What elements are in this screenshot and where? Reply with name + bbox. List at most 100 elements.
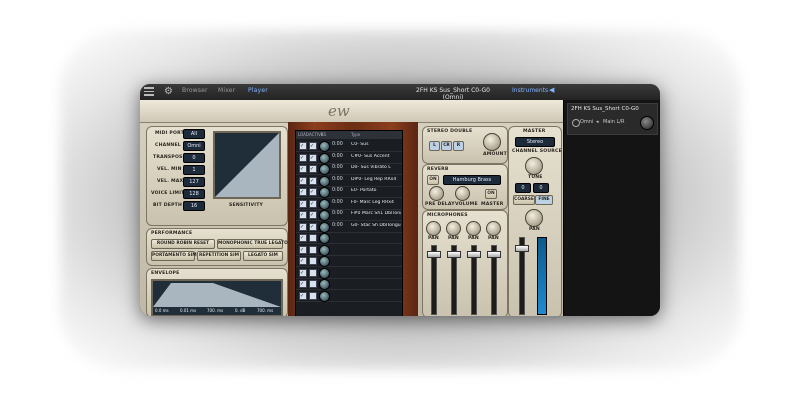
active-checkbox[interactable] [309, 268, 317, 277]
articulation-row[interactable]: ✓ ✓ 0:00 D0- Sus Vibrato L [296, 163, 402, 175]
articulation-row[interactable]: ✓ ✓ 0:00 C0- Sus [296, 140, 402, 152]
active-checkbox[interactable] [309, 280, 317, 288]
load-checkbox[interactable]: ✓ [299, 142, 307, 150]
mic1-fader[interactable] [427, 251, 441, 258]
load-checkbox[interactable]: ✓ [299, 291, 307, 300]
active-checkbox[interactable]: ✓ [309, 142, 317, 150]
mic4-pan-knob[interactable] [486, 221, 501, 236]
active-checkbox[interactable] [309, 291, 317, 300]
rack-volume-knob[interactable] [640, 116, 654, 130]
fine-button[interactable]: FINE [535, 195, 553, 205]
master-pan-knob[interactable] [525, 209, 543, 227]
articulation-row[interactable]: ✓ ✓ 0:00 E0- Portato [296, 186, 402, 198]
repetition-sim-button[interactable]: REPETITION SIM [197, 251, 241, 261]
bit-depth-field[interactable]: 16 [183, 201, 205, 211]
active-checkbox[interactable]: ✓ [309, 199, 317, 208]
master-reverb-on-button[interactable]: ON [485, 189, 497, 199]
active-checkbox[interactable]: ✓ [309, 211, 317, 219]
monophonic-true-legato-button[interactable]: MONOPHONIC TRUE LEGATO [217, 239, 288, 249]
active-checkbox[interactable] [309, 257, 317, 265]
stereo-center-button[interactable]: CR [441, 141, 452, 151]
instruments-button[interactable]: Instruments [512, 87, 548, 94]
mic2-fader[interactable] [447, 251, 461, 258]
coarse-button[interactable]: COARSE [513, 195, 535, 205]
keyswitch-knob[interactable] [319, 256, 330, 267]
voice-limit-field[interactable]: 128 [183, 189, 205, 199]
articulation-row[interactable]: ✓ [296, 267, 402, 279]
reverb-on-button[interactable]: ON [427, 175, 439, 185]
load-checkbox[interactable]: ✓ [299, 268, 307, 277]
active-checkbox[interactable] [309, 234, 317, 242]
articulation-row[interactable]: ✓ [296, 278, 402, 290]
rack-instrument-slot[interactable]: 2FH KS Sus_Short C0-G0 Omni ◂ Main L/R [567, 103, 658, 135]
master-fader[interactable] [515, 245, 529, 252]
load-checkbox[interactable]: ✓ [299, 165, 307, 173]
tab-player[interactable]: Player [248, 87, 268, 94]
tune-knob[interactable] [525, 157, 543, 175]
velocity-curve-display[interactable] [213, 131, 281, 199]
stereo-right-button[interactable]: R [453, 141, 464, 151]
menu-icon[interactable] [144, 87, 154, 96]
keyswitch-knob[interactable] [319, 210, 330, 221]
articulation-row[interactable]: ✓ [296, 244, 402, 256]
load-checkbox[interactable]: ✓ [299, 199, 307, 208]
keyswitch-knob[interactable] [319, 152, 330, 164]
round-robin-reset-button[interactable]: ROUND ROBIN RESET [151, 239, 215, 249]
tab-browser[interactable]: Browser [182, 87, 208, 94]
active-checkbox[interactable]: ✓ [309, 188, 317, 196]
active-checkbox[interactable]: ✓ [309, 153, 317, 162]
keyswitch-knob[interactable] [319, 221, 330, 233]
keyswitch-knob[interactable] [319, 198, 330, 210]
articulation-row[interactable]: ✓✓ 0:00 F#0 Marc Sh1 DblTongueRRx2 [296, 209, 402, 221]
rack-channel[interactable]: Omni [580, 119, 593, 125]
power-icon[interactable] [572, 119, 580, 127]
articulation-row[interactable]: ✓ ✓ 0:00 D#0- Leg Rep RRx4 [296, 175, 402, 187]
articulation-row[interactable]: ✓ [296, 255, 402, 267]
articulation-row[interactable]: ✓ [296, 232, 402, 244]
channel-field[interactable]: Omni [183, 141, 205, 151]
articulation-row[interactable]: ✓ ✓ 0:00 F0- Marc Leg RRx4 [296, 198, 402, 210]
mic1-pan-knob[interactable] [426, 221, 441, 236]
keyswitch-knob[interactable] [319, 244, 330, 256]
mic3-pan-knob[interactable] [466, 221, 481, 236]
keyswitch-knob[interactable] [319, 279, 330, 290]
rack-output[interactable]: Main L/R [603, 119, 624, 125]
collapse-arrow-icon[interactable]: ◀ [549, 86, 554, 94]
tune-coarse-value[interactable]: 0 [515, 183, 531, 193]
active-checkbox[interactable]: ✓ [309, 176, 317, 185]
portamento-sim-button[interactable]: PORTAMENTO SIM [151, 251, 197, 261]
transpose-field[interactable]: 0 [183, 153, 205, 163]
keyswitch-knob[interactable] [319, 187, 330, 198]
vel-min-field[interactable]: 1 [183, 165, 205, 175]
pre-delay-knob[interactable] [429, 186, 444, 201]
load-checkbox[interactable]: ✓ [299, 234, 307, 242]
active-checkbox[interactable]: ✓ [309, 165, 317, 173]
load-checkbox[interactable]: ✓ [299, 257, 307, 265]
articulation-row[interactable]: ✓✓ 0:00 G0- Stac Sh DblTongueRRx2 [296, 221, 402, 233]
load-checkbox[interactable]: ✓ [299, 211, 307, 219]
keyswitch-knob[interactable] [319, 141, 330, 152]
load-checkbox[interactable]: ✓ [299, 188, 307, 196]
tune-fine-value[interactable]: 0 [533, 183, 549, 193]
mic4-fader[interactable] [487, 251, 501, 258]
master-mode-select[interactable]: Stereo [515, 137, 555, 147]
load-checkbox[interactable]: ✓ [299, 222, 307, 231]
mic3-fader[interactable] [467, 251, 481, 258]
active-checkbox[interactable]: ✓ [309, 222, 317, 231]
load-checkbox[interactable]: ✓ [299, 245, 307, 254]
tab-mixer[interactable]: Mixer [218, 87, 235, 94]
midi-port-field[interactable]: All [183, 129, 205, 139]
reverb-preset-select[interactable]: Hamburg Brass [443, 175, 501, 185]
keyswitch-knob[interactable] [319, 175, 330, 187]
keyswitch-knob[interactable] [319, 164, 330, 175]
gear-icon[interactable]: ⚙ [164, 86, 175, 97]
articulation-row[interactable]: ✓ [296, 290, 402, 302]
vel-max-field[interactable]: 127 [183, 177, 205, 187]
envelope-display[interactable]: 0.0 ms 0.01 ms 700. ms 0. dB 700. ms [151, 279, 283, 316]
amount-knob[interactable] [483, 133, 501, 151]
load-checkbox[interactable]: ✓ [299, 176, 307, 185]
load-checkbox[interactable]: ✓ [299, 153, 307, 162]
reverb-volume-knob[interactable] [455, 186, 470, 201]
active-checkbox[interactable] [309, 245, 317, 254]
keyswitch-knob[interactable] [319, 267, 330, 279]
